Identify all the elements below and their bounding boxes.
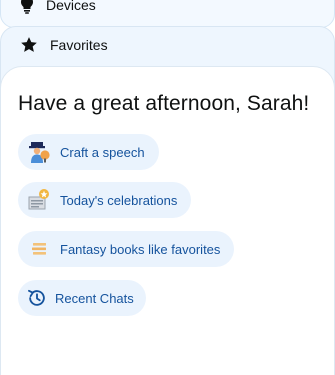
favorites-row[interactable]: Favorites bbox=[20, 36, 108, 54]
suggestion-label: Fantasy books like favorites bbox=[60, 241, 221, 257]
speech-icon bbox=[26, 139, 52, 165]
suggestion-fantasy-books[interactable]: Fantasy books like favorites bbox=[18, 231, 235, 267]
suggestion-label: Today's celebrations bbox=[60, 192, 178, 208]
recent-chats-label: Recent Chats bbox=[55, 290, 134, 306]
devices-row[interactable]: Devices bbox=[20, 0, 96, 14]
history-icon bbox=[24, 285, 50, 311]
devices-label: Devices bbox=[46, 0, 96, 13]
suggestion-label: Craft a speech bbox=[60, 144, 145, 160]
star-icon bbox=[21, 37, 37, 52]
favorites-label: Favorites bbox=[50, 37, 108, 53]
app-screen: Devices Favorites Have a great afternoon… bbox=[0, 0, 335, 375]
books-icon bbox=[26, 236, 52, 262]
recent-chats-button[interactable]: Recent Chats bbox=[18, 280, 146, 316]
suggestion-craft-speech[interactable]: Craft a speech bbox=[18, 134, 159, 170]
celebration-icon bbox=[26, 187, 52, 213]
lightbulb-icon bbox=[21, 0, 33, 14]
suggestion-todays-celebrations[interactable]: Today's celebrations bbox=[18, 182, 192, 218]
greeting-heading: Have a great afternoon, Sarah! bbox=[18, 92, 310, 115]
